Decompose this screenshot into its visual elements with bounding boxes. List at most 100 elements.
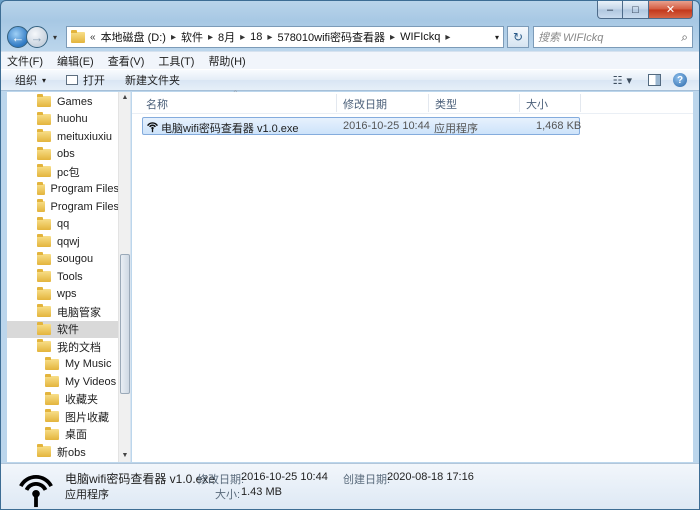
wifi-signal-icon <box>146 122 159 133</box>
tree-item-folder[interactable]: 图片收藏 <box>7 408 119 425</box>
explorer-window: – □ ✕ ← → ▾ « 本地磁盘 (D:) ▸ 软件 ▸ 8月 ▸ 18 ▸… <box>0 0 700 510</box>
breadcrumb-separator[interactable]: ▸ <box>390 32 395 43</box>
tree-item-folder[interactable]: pc包 <box>7 163 119 180</box>
folder-icon <box>37 199 45 212</box>
file-list-pane: ⌃ 名称 修改日期 类型 大小 电脑wifi密码查看器 v1.0.exe 201… <box>132 89 693 462</box>
column-modified[interactable]: 修改日期 <box>343 96 387 112</box>
sort-indicator-icon: ⌃ <box>232 89 239 98</box>
details-size-label: 大小: <box>215 489 241 501</box>
maximize-button[interactable]: □ <box>623 1 649 19</box>
tree-item-label: 收藏夹 <box>65 394 98 406</box>
tree-item-folder[interactable]: meituxiuxiu <box>7 128 119 145</box>
breadcrumb-separator[interactable]: ▸ <box>240 32 245 43</box>
tree-item-label: My Videos <box>65 375 117 388</box>
address-bar[interactable]: « 本地磁盘 (D:) ▸ 软件 ▸ 8月 ▸ 18 ▸ 578010wifi密… <box>66 26 504 48</box>
breadcrumb-root-marker[interactable]: « <box>90 32 96 43</box>
tree-item-folder[interactable]: Tools <box>7 268 119 285</box>
column-divider[interactable] <box>519 94 520 112</box>
help-icon[interactable]: ? <box>673 73 687 87</box>
views-dropdown-icon[interactable]: ▾ <box>626 74 632 87</box>
view-controls: ☷ ▾ ? <box>613 73 687 87</box>
tree-item-folder[interactable]: obs <box>7 146 119 163</box>
tree-item-label: 桌面 <box>65 429 87 441</box>
tree-item-folder[interactable]: 电脑管家 <box>7 303 119 320</box>
column-divider[interactable] <box>336 94 337 112</box>
tree-item-folder[interactable]: qqwj <box>7 233 119 250</box>
breadcrumb-separator[interactable]: ▸ <box>267 32 272 43</box>
scroll-thumb[interactable] <box>120 254 130 394</box>
details-created-value: 2020-08-18 17:16 <box>387 471 474 483</box>
organize-button[interactable]: 组织 ▾ <box>15 72 46 88</box>
tree-item-label: 图片收藏 <box>65 411 109 424</box>
folder-icon <box>37 216 51 230</box>
details-created-label: 创建日期: <box>343 474 391 486</box>
menu-edit[interactable]: 编辑(E) <box>57 53 94 69</box>
column-name[interactable]: 名称 <box>146 96 168 112</box>
tree-item-folder[interactable]: Games <box>7 93 119 110</box>
address-dropdown-icon[interactable]: ▾ <box>495 33 499 42</box>
folder-icon <box>37 94 51 107</box>
column-header: ⌃ 名称 修改日期 类型 大小 <box>132 89 693 114</box>
tree-item-label: obs <box>57 148 75 160</box>
column-divider[interactable] <box>580 94 581 112</box>
tree-item-folder[interactable]: sougou <box>7 251 119 268</box>
menu-help[interactable]: 帮助(H) <box>208 53 245 69</box>
tree-item-folder[interactable]: qq <box>7 216 119 233</box>
forward-button[interactable]: → <box>26 26 48 48</box>
folder-icon <box>37 251 51 265</box>
breadcrumb-item[interactable]: 578010wifi密码查看器 <box>277 29 385 45</box>
breadcrumb-separator[interactable]: ▸ <box>445 32 450 43</box>
scroll-down-icon[interactable]: ▼ <box>119 450 130 462</box>
tree-item-folder[interactable]: Program Files <box>7 198 119 215</box>
nav-scrollbar[interactable]: ▲ ▼ <box>118 92 130 462</box>
tree-item-label: qqwj <box>57 235 80 248</box>
column-type[interactable]: 类型 <box>435 96 457 112</box>
tree-item-folder[interactable]: My Music <box>7 356 119 373</box>
tree-item-label: wps <box>57 288 77 300</box>
tree-item-folder[interactable]: 桌面 <box>7 426 119 443</box>
search-input[interactable]: 搜索 WIFIckq <box>538 29 681 45</box>
tree-item-label: pc包 <box>57 166 80 179</box>
search-icon[interactable]: ⌕ <box>681 30 688 45</box>
minimize-button[interactable]: – <box>597 1 623 19</box>
menu-tools[interactable]: 工具(T) <box>158 53 194 69</box>
breadcrumb-item[interactable]: 8月 <box>218 29 235 45</box>
chevron-down-icon: ▾ <box>42 75 47 85</box>
details-modified-label: 修改日期: <box>197 474 245 486</box>
tree-item-label: huohu <box>57 113 88 125</box>
open-icon <box>66 75 79 85</box>
breadcrumb-item[interactable]: 软件 <box>181 29 203 45</box>
tree-item-folder[interactable]: 我的文档 <box>7 338 119 355</box>
column-divider[interactable] <box>428 94 429 112</box>
menu-file[interactable]: 文件(F) <box>7 53 43 69</box>
tree-item-label: meituxiuxiu <box>57 130 113 143</box>
tree-item-folder[interactable]: Program Files <box>7 181 119 198</box>
tree-item-label: Tools <box>57 270 83 283</box>
tree-item-folder[interactable]: My Videos <box>7 373 119 390</box>
tree-item-folder[interactable]: huohu <box>7 111 119 128</box>
history-dropdown[interactable]: ▾ <box>50 33 60 42</box>
breadcrumb-item[interactable]: 本地磁盘 (D:) <box>101 29 166 45</box>
tree-item-folder[interactable]: 软件 <box>7 320 119 338</box>
new-folder-button[interactable]: 新建文件夹 <box>125 72 180 88</box>
open-button[interactable]: 打开 <box>66 72 105 88</box>
breadcrumb-separator[interactable]: ▸ <box>171 32 176 43</box>
tree-item-label: 电脑管家 <box>57 306 101 319</box>
tree-item-folder[interactable]: 收藏夹 <box>7 391 119 408</box>
tree-item-folder[interactable]: wps <box>7 286 119 303</box>
tree-item-folder[interactable]: 新obs <box>7 443 119 460</box>
breadcrumb-item[interactable]: 18 <box>250 31 262 43</box>
views-icon[interactable]: ☷ <box>613 74 623 87</box>
folder-icon <box>37 146 51 160</box>
search-box[interactable]: 搜索 WIFIckq ⌕ <box>533 26 693 48</box>
menu-view[interactable]: 查看(V) <box>108 53 145 69</box>
breadcrumb-separator[interactable]: ▸ <box>208 32 213 43</box>
close-button[interactable]: ✕ <box>649 1 693 19</box>
refresh-button[interactable]: ↻ <box>507 26 529 48</box>
tree-item-label: qq <box>57 218 70 230</box>
breadcrumb-item[interactable]: WIFIckq <box>400 31 440 43</box>
scroll-up-icon[interactable]: ▲ <box>119 92 130 104</box>
column-size[interactable]: 大小 <box>526 96 548 112</box>
file-row[interactable]: 电脑wifi密码查看器 v1.0.exe 2016-10-25 10:44 应用… <box>142 117 581 135</box>
preview-pane-icon[interactable] <box>648 74 661 86</box>
